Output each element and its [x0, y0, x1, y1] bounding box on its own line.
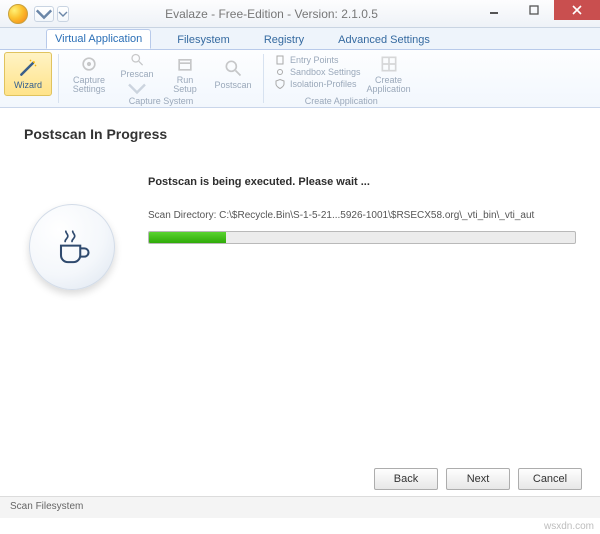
- window-controls: [474, 0, 600, 27]
- exec-message: Postscan is being executed. Please wait …: [148, 176, 576, 188]
- run-setup-button[interactable]: Run Setup: [161, 52, 209, 96]
- progress-row: Postscan is being executed. Please wait …: [24, 176, 576, 290]
- separator: [263, 54, 264, 103]
- version-number: 2.1.0.5: [341, 7, 378, 21]
- system-menu: [0, 4, 69, 24]
- shield-icon: [274, 78, 286, 90]
- button-label: Postscan: [214, 80, 251, 90]
- group-label: Create Application: [305, 96, 378, 106]
- button-label: Back: [394, 473, 418, 485]
- button-label: Prescan: [120, 69, 153, 79]
- gear-icon: [274, 66, 286, 78]
- button-label: Isolation-Profiles: [290, 79, 357, 89]
- separator: [58, 54, 59, 103]
- back-button[interactable]: Back: [374, 468, 438, 490]
- button-label: Run Setup: [173, 76, 197, 94]
- scan-path: C:\$Recycle.Bin\S-1-5-21...5926-1001\$RS…: [219, 210, 534, 221]
- scan-label: Scan Directory:: [148, 210, 216, 221]
- create-application-button[interactable]: Create Application: [365, 52, 413, 96]
- app-orb-icon[interactable]: [8, 4, 28, 24]
- search-icon: [127, 52, 147, 67]
- button-label: Cancel: [533, 473, 567, 485]
- coffee-cup-icon: [50, 225, 94, 269]
- status-bar: Scan Filesystem: [0, 496, 600, 518]
- search-icon: [223, 58, 243, 78]
- prescan-button[interactable]: Prescan: [113, 52, 161, 96]
- wizard-button-bar: Back Next Cancel: [374, 468, 582, 490]
- button-label: Wizard: [14, 80, 42, 90]
- small-buttons-stack: Entry Points Sandbox Settings Isolation-…: [270, 52, 365, 92]
- ribbon-group-wizard: Wizard: [0, 50, 56, 107]
- ribbon-group-create: Entry Points Sandbox Settings Isolation-…: [266, 50, 417, 107]
- close-button[interactable]: [554, 0, 600, 20]
- tab-filesystem[interactable]: Filesystem: [169, 31, 238, 49]
- isolation-profiles-button[interactable]: Isolation-Profiles: [274, 78, 361, 90]
- postscan-button[interactable]: Postscan: [209, 52, 257, 96]
- tab-label: Advanced Settings: [338, 34, 430, 46]
- maximize-icon: [529, 5, 539, 15]
- button-label: Entry Points: [290, 55, 339, 65]
- content-area: Postscan In Progress Postscan is being e…: [0, 108, 600, 488]
- app-name: Evalaze: [165, 7, 208, 21]
- package-icon: [175, 54, 195, 74]
- maximize-button[interactable]: [514, 0, 554, 20]
- chevron-down-icon: [127, 81, 147, 96]
- tab-registry[interactable]: Registry: [256, 31, 312, 49]
- window-title: Evalaze - Free-Edition - Version: 2.1.0.…: [69, 7, 474, 21]
- tab-virtual-application[interactable]: Virtual Application: [46, 29, 151, 49]
- close-icon: [572, 5, 582, 15]
- minimize-button[interactable]: [474, 0, 514, 20]
- page-heading: Postscan In Progress: [24, 126, 576, 142]
- qat-dropdown[interactable]: [57, 6, 69, 22]
- cancel-button[interactable]: Cancel: [518, 468, 582, 490]
- qat-button[interactable]: [34, 6, 54, 22]
- sandbox-settings-button[interactable]: Sandbox Settings: [274, 66, 361, 78]
- button-label: Create Application: [367, 76, 411, 94]
- ribbon: Wizard Capture Settings Prescan Run Setu…: [0, 50, 600, 108]
- edition: Free-Edition: [218, 7, 283, 21]
- watermark: wsxdn.com: [544, 521, 594, 532]
- wait-badge: [29, 204, 115, 290]
- progress-fill: [149, 232, 226, 243]
- version-label: Version:: [295, 7, 338, 21]
- next-button[interactable]: Next: [446, 468, 510, 490]
- progress-bar: [148, 231, 576, 244]
- title-bar: Evalaze - Free-Edition - Version: 2.1.0.…: [0, 0, 600, 28]
- scan-directory-line: Scan Directory: C:\$Recycle.Bin\S-1-5-21…: [148, 210, 576, 221]
- button-label: Capture Settings: [73, 76, 106, 94]
- tab-label: Filesystem: [177, 34, 230, 46]
- tab-strip: Virtual Application Filesystem Registry …: [0, 28, 600, 50]
- wait-graphic: [24, 176, 120, 290]
- build-icon: [379, 54, 399, 74]
- entry-points-button[interactable]: Entry Points: [274, 54, 361, 66]
- dropdown-icon: [35, 5, 53, 23]
- tab-label: Virtual Application: [55, 33, 142, 45]
- tab-label: Registry: [264, 34, 304, 46]
- wizard-button[interactable]: Wizard: [4, 52, 52, 96]
- group-label: Capture System: [129, 96, 194, 106]
- tab-advanced-settings[interactable]: Advanced Settings: [330, 31, 438, 49]
- progress-column: Postscan is being executed. Please wait …: [148, 176, 576, 290]
- wand-icon: [18, 58, 38, 78]
- minimize-icon: [489, 5, 499, 15]
- settings-icon: [79, 54, 99, 74]
- ribbon-group-capture: Capture Settings Prescan Run Setup Posts…: [61, 50, 261, 107]
- button-label: Sandbox Settings: [290, 67, 361, 77]
- chevron-down-icon: [58, 9, 68, 19]
- button-label: Next: [467, 473, 490, 485]
- door-icon: [274, 54, 286, 66]
- status-text: Scan Filesystem: [10, 501, 83, 512]
- quick-access-toolbar: [34, 6, 69, 22]
- capture-settings-button[interactable]: Capture Settings: [65, 52, 113, 96]
